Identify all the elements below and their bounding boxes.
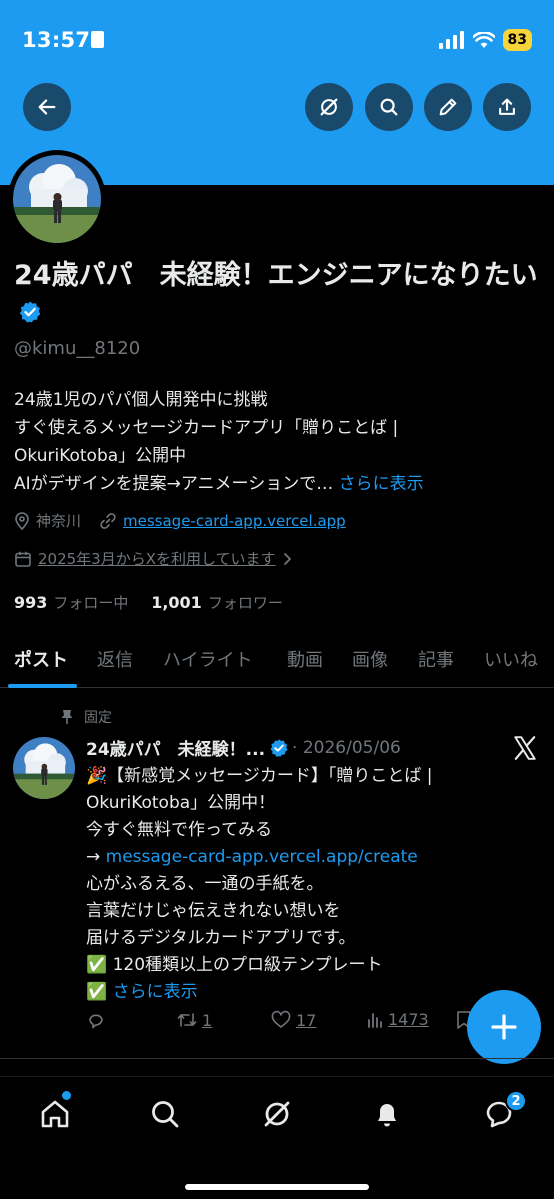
repost-icon: [177, 1013, 197, 1027]
reply-icon: [89, 1014, 103, 1029]
view-count: 1473: [388, 1010, 429, 1029]
bottom-navigation: 2: [0, 1076, 554, 1199]
following-count: 993: [14, 593, 48, 612]
home-icon[interactable]: [38, 1097, 72, 1131]
share-icon: [499, 98, 515, 115]
bio-line: 24歳1児のパパ個人開発中に挑戦: [14, 390, 268, 410]
profile-name-text: 24歳パパ 未経験！エンジニアになりたい: [14, 260, 538, 291]
heart-icon: [271, 1010, 291, 1028]
verified-badge-icon: [270, 738, 288, 757]
x-logo-icon: [514, 736, 536, 760]
grok-button[interactable]: [305, 83, 353, 131]
following-label: フォロー中: [53, 594, 129, 612]
like-count: 17: [296, 1010, 317, 1030]
followers-link[interactable]: 1,001 フォロワー: [151, 593, 283, 612]
following-link[interactable]: 993 フォロー中: [14, 593, 129, 612]
profile-website-link[interactable]: message-card-app.vercel.app: [123, 512, 346, 530]
bio-line: すぐ使えるメッセージカードアプリ「贈りことば |: [14, 418, 399, 438]
post-date[interactable]: · 2026/05/06: [292, 738, 401, 758]
post-line: 心がふるえる、一通の手紙を。: [86, 874, 324, 894]
pin-icon: [61, 710, 73, 724]
tab-posts[interactable]: ポスト: [14, 646, 68, 672]
bio-line: AIがデザインを提案→アニメーションで…: [14, 474, 334, 494]
tab-highlights[interactable]: ハイライト: [163, 646, 253, 672]
home-indicator: [185, 1184, 369, 1190]
check-emoji: ✅: [86, 982, 108, 1002]
post-line: 言葉だけじゃ伝えきれない想いを: [86, 901, 341, 921]
post-line: 届けるデジタルカードアプリです。: [86, 928, 356, 948]
back-button[interactable]: [23, 83, 71, 131]
profile-location: 神奈川: [36, 512, 82, 530]
signal-icon: [438, 31, 464, 49]
post-line: OkuriKotoba」公開中！: [86, 793, 276, 813]
repost-count: 1: [202, 1010, 213, 1030]
wifi-icon: [472, 31, 495, 48]
joined-text: 2025年3月からXを利用しています: [38, 550, 276, 568]
reader-icon: [91, 31, 104, 48]
status-bar: 13:57 83: [0, 0, 554, 80]
tab-articles[interactable]: 記事: [418, 646, 454, 672]
search-icon: [380, 98, 398, 116]
arrow-left-icon: [38, 99, 56, 115]
profile-name: 24歳パパ 未経験！エンジニアになりたい: [14, 258, 544, 330]
tab-replies[interactable]: 返信: [97, 646, 133, 672]
active-tab-indicator: [8, 684, 77, 688]
pinned-label: 固定: [84, 710, 112, 726]
grok-icon[interactable]: [260, 1097, 294, 1131]
post-author-name[interactable]: 24歳パパ 未経験！...: [86, 735, 265, 760]
search-button[interactable]: [365, 83, 413, 131]
post-line: 🎉【新感覚メッセージカード】「贈りことば |: [86, 766, 433, 786]
tab-videos[interactable]: 動画: [287, 646, 323, 672]
post-line: ✅ 120種類以上のプロ級テンプレート: [86, 955, 383, 975]
edit-button[interactable]: [424, 83, 472, 131]
link-icon: [100, 512, 116, 529]
like-button[interactable]: 17: [270, 1010, 316, 1030]
home-notification-dot: [62, 1091, 71, 1100]
notifications-bell-icon[interactable]: [370, 1097, 404, 1131]
battery-indicator: 83: [502, 29, 532, 51]
repost-button[interactable]: 1: [176, 1010, 212, 1030]
reply-button[interactable]: [86, 1010, 106, 1030]
follow-stats: 993 フォロー中 1,001 フォロワー: [14, 592, 283, 613]
post-show-more-link[interactable]: さらに表示: [113, 982, 198, 1002]
profile-bio: 24歳1児のパパ個人開発中に挑戦 すぐ使えるメッセージカードアプリ「贈りことば …: [14, 386, 544, 498]
post-link-prefix: →: [86, 847, 106, 867]
tab-images[interactable]: 画像: [352, 646, 388, 672]
post-link[interactable]: message-card-app.vercel.app/create: [106, 847, 418, 867]
profile-tabs: ポスト 返信 ハイライト 動画 画像 記事 いいね: [0, 636, 554, 688]
grok-icon: [320, 98, 338, 116]
plus-icon: [491, 1014, 517, 1040]
bio-line: OkuriKotoba」公開中: [14, 446, 187, 466]
pinned-indicator: 固定: [60, 707, 112, 727]
profile-meta-location-website: 神奈川 message-card-app.vercel.app: [14, 510, 346, 531]
compose-post-button[interactable]: [467, 990, 541, 1064]
messages-badge: 2: [505, 1090, 527, 1112]
post-text: 🎉【新感覚メッセージカード】「贈りことば | OkuriKotoba」公開中！ …: [86, 763, 526, 1006]
avatar-image: [13, 155, 101, 243]
search-icon[interactable]: [148, 1097, 182, 1131]
verified-badge-icon[interactable]: [18, 300, 42, 324]
bio-show-more-link[interactable]: さらに表示: [339, 474, 424, 494]
analytics-icon: [368, 1012, 382, 1028]
followers-label: フォロワー: [207, 594, 283, 612]
profile-avatar[interactable]: [8, 150, 106, 248]
views-button[interactable]: 1473: [366, 1010, 429, 1029]
pencil-icon: [439, 98, 457, 116]
profile-handle: @kimu__8120: [14, 338, 141, 359]
location-icon: [15, 511, 29, 530]
profile-joined[interactable]: 2025年3月からXを利用しています: [14, 548, 294, 569]
status-indicators: 83: [438, 28, 532, 52]
calendar-icon: [15, 551, 31, 567]
chevron-right-icon: [283, 552, 291, 565]
followers-count: 1,001: [151, 593, 202, 612]
post-actions: 1 17 1473: [86, 1010, 486, 1036]
post-header: 24歳パパ 未経験！... · 2026/05/06: [86, 735, 401, 761]
post-author-avatar[interactable]: [13, 737, 75, 799]
post-divider: [0, 1058, 554, 1059]
post-line: 今すぐ無料で作ってみる: [86, 820, 273, 840]
tab-likes[interactable]: いいね: [484, 646, 538, 672]
share-button[interactable]: [483, 83, 531, 131]
status-time: 13:57: [22, 28, 91, 52]
